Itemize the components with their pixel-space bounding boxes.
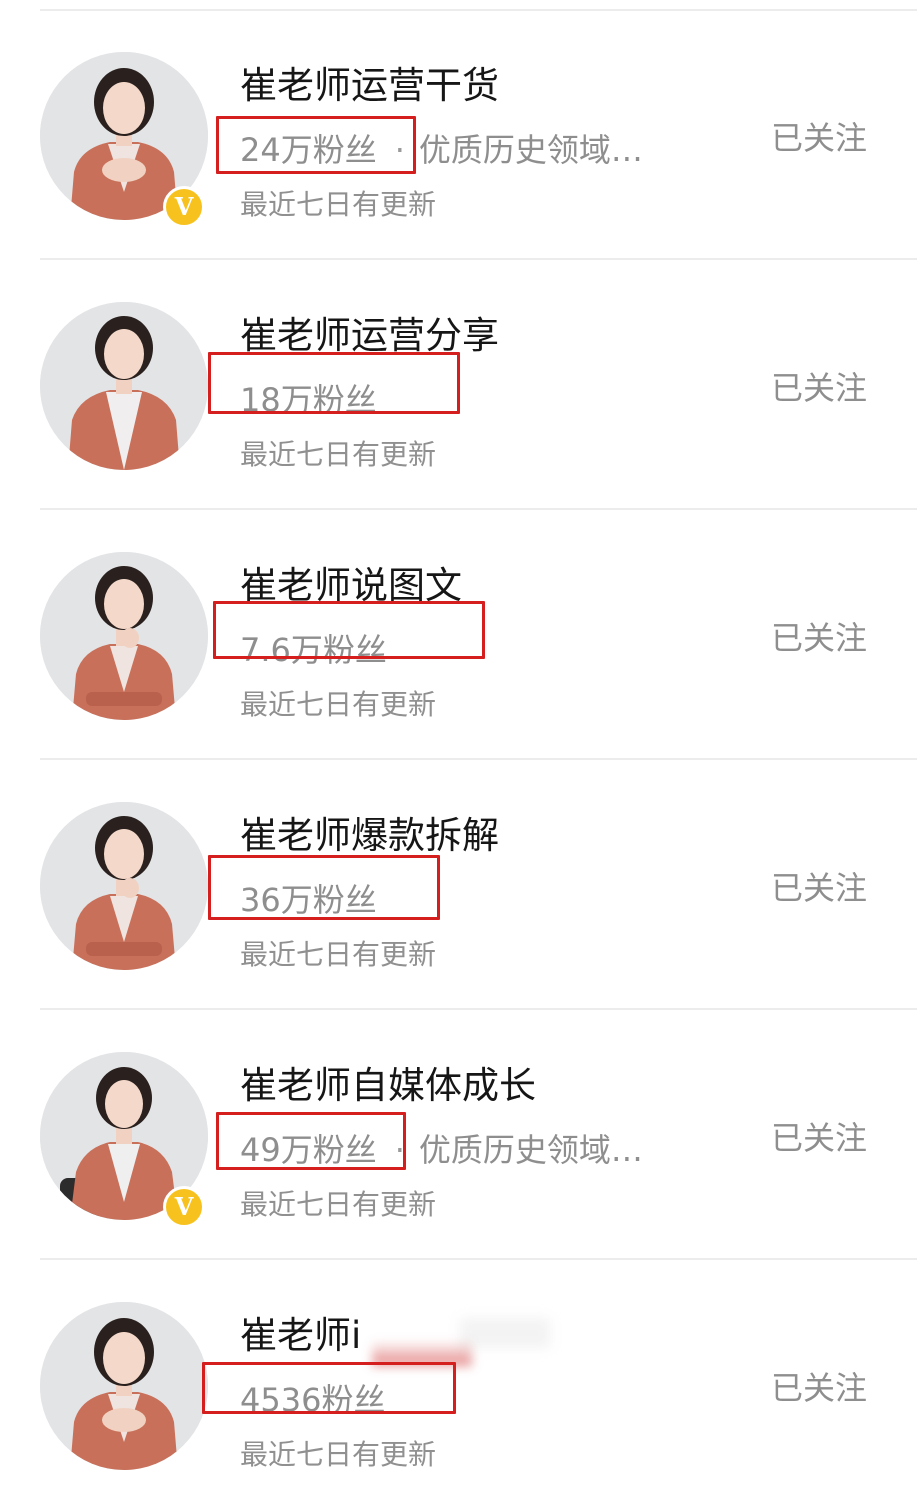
account-name[interactable]: 崔老师自媒体成长	[240, 1062, 536, 1110]
highlight-box	[208, 352, 460, 414]
follow-button[interactable]: 已关注	[771, 1116, 867, 1160]
account-row[interactable]: V 崔老师运营干货 24万粉丝 · 优质历史领域… 最近七日有更新 已关注	[0, 10, 917, 260]
update-status: 最近七日有更新	[240, 938, 437, 971]
follow-button[interactable]: 已关注	[771, 116, 867, 160]
account-name[interactable]: 崔老师i	[240, 1312, 361, 1360]
avatar-photo	[40, 1302, 208, 1470]
avatar[interactable]	[40, 1302, 208, 1470]
account-name[interactable]: 崔老师运营干货	[240, 62, 499, 110]
highlight-box	[202, 1362, 456, 1414]
highlight-box	[213, 601, 485, 659]
avatar[interactable]	[40, 802, 208, 970]
following-list: V 崔老师运营干货 24万粉丝 · 优质历史领域… 最近七日有更新 已关注 崔老师运…	[0, 0, 917, 1487]
avatar-photo	[40, 802, 208, 970]
avatar[interactable]	[40, 302, 208, 470]
verified-badge-icon: V	[163, 186, 205, 228]
account-tag: 优质历史领域…	[418, 1131, 643, 1169]
highlight-box	[216, 116, 416, 174]
update-status: 最近七日有更新	[240, 438, 437, 471]
avatar-photo	[40, 302, 208, 470]
follow-button[interactable]: 已关注	[771, 616, 867, 660]
update-status: 最近七日有更新	[240, 1188, 437, 1221]
update-status: 最近七日有更新	[240, 688, 437, 721]
verified-badge-icon: V	[163, 1186, 205, 1228]
highlight-box	[216, 1112, 406, 1170]
follow-button[interactable]: 已关注	[771, 866, 867, 910]
account-row[interactable]: 崔老师运营分享 18万粉丝 最近七日有更新 已关注	[0, 260, 917, 510]
account-row[interactable]: 崔老师说图文 7.6万粉丝 最近七日有更新 已关注	[0, 510, 917, 760]
account-name[interactable]: 崔老师爆款拆解	[240, 812, 499, 860]
account-row[interactable]: 崔老师爆款拆解 36万粉丝 最近七日有更新 已关注	[0, 760, 917, 1010]
update-status: 最近七日有更新	[240, 1438, 437, 1471]
account-tag: 优质历史领域…	[418, 131, 643, 169]
obscured-area	[460, 1318, 550, 1348]
follow-button[interactable]: 已关注	[771, 366, 867, 410]
highlight-box	[208, 855, 440, 920]
account-row[interactable]: V 崔老师自媒体成长 49万粉丝 · 优质历史领域… 最近七日有更新 已关注	[0, 1010, 917, 1260]
avatar[interactable]	[40, 552, 208, 720]
avatar-photo	[40, 552, 208, 720]
account-row[interactable]: 崔老师i 4536粉丝 最近七日有更新 已关注	[0, 1260, 917, 1487]
follow-button[interactable]: 已关注	[771, 1366, 867, 1410]
update-status: 最近七日有更新	[240, 188, 437, 221]
